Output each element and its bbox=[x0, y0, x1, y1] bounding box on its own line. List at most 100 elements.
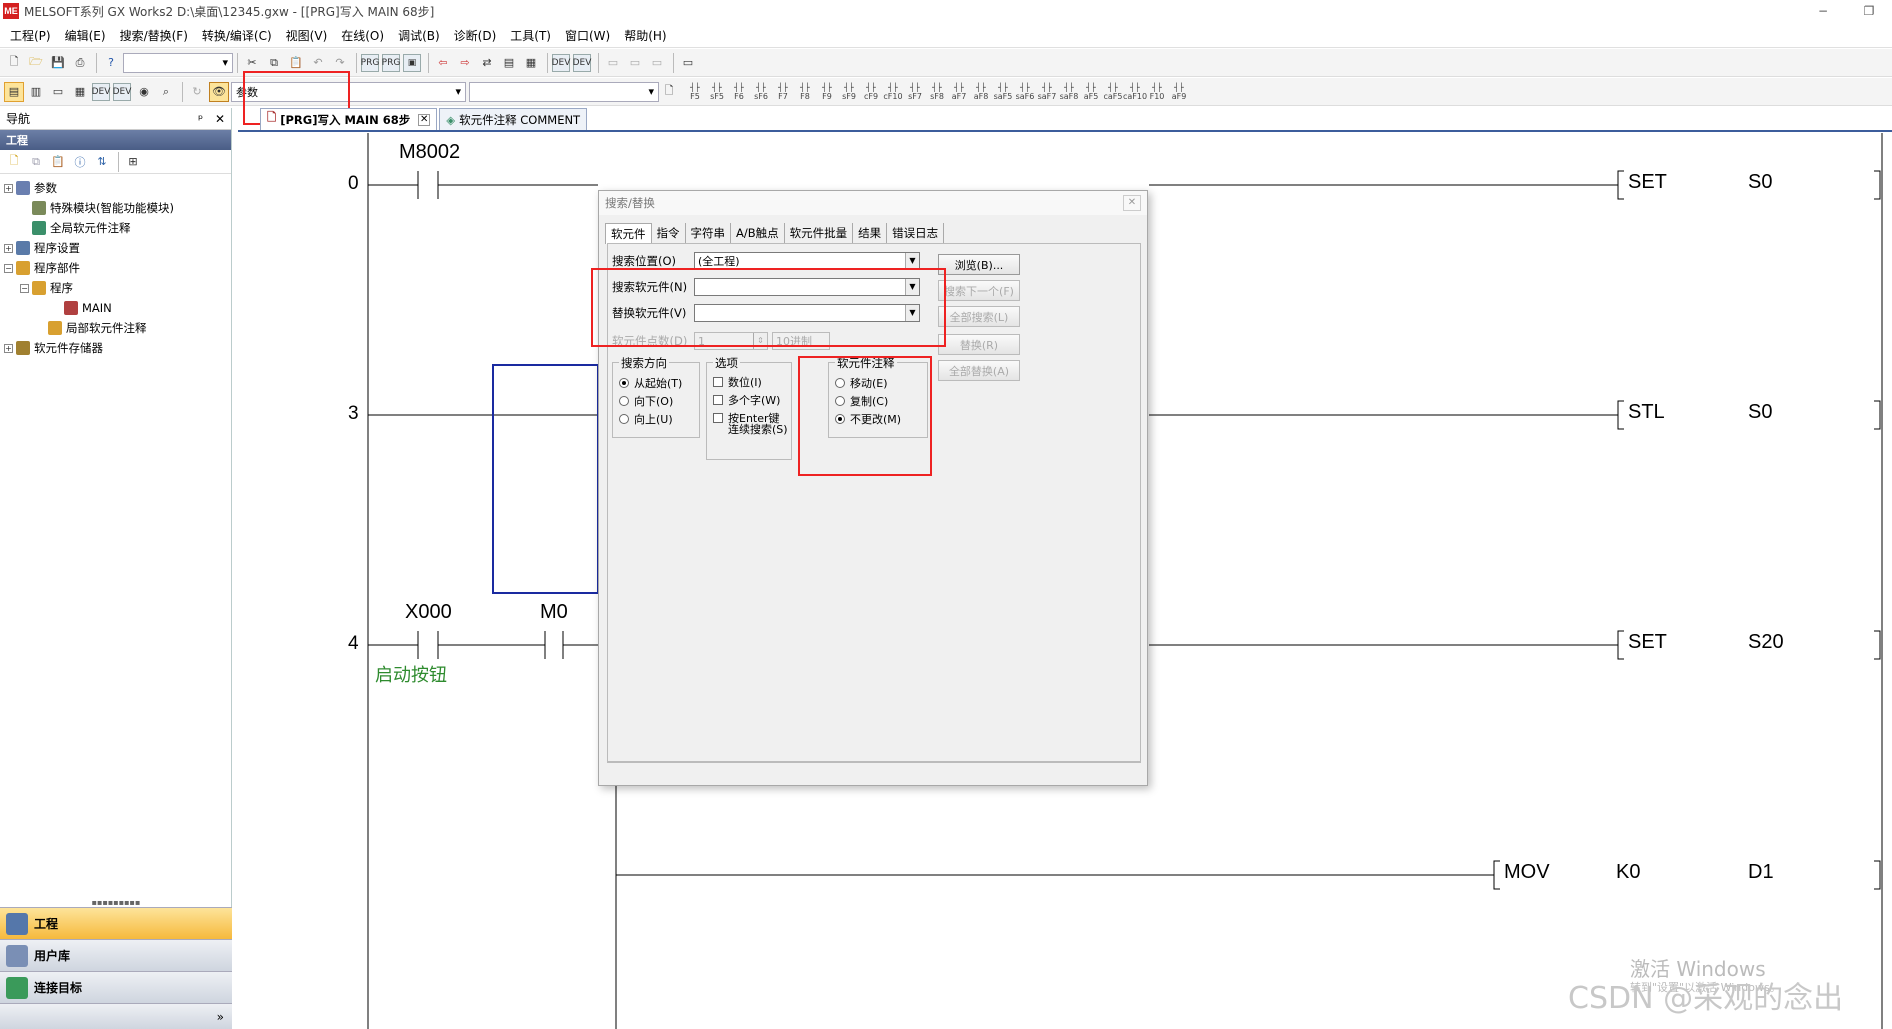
minimize-button[interactable]: − bbox=[1800, 0, 1846, 22]
checkbox[interactable] bbox=[713, 395, 723, 405]
monitor-icon[interactable]: ▣ bbox=[403, 53, 421, 72]
find-view-icon[interactable]: ◉ bbox=[134, 82, 154, 102]
new-file-icon[interactable]: 🗋 bbox=[4, 53, 24, 73]
cut-icon[interactable]: ✂ bbox=[242, 53, 262, 73]
tab-close-icon[interactable]: ✕ bbox=[418, 113, 431, 126]
doc-icon[interactable]: 🗋 bbox=[659, 82, 679, 102]
pin-icon[interactable]: ᵖ bbox=[198, 112, 203, 126]
device-test-icon[interactable]: DEV bbox=[573, 53, 591, 72]
checkbox-option[interactable]: 多个字(W) bbox=[713, 395, 780, 406]
replace-device-combo[interactable]: ▼ bbox=[694, 304, 920, 322]
nav-panel-button[interactable]: 用户库 bbox=[0, 939, 232, 971]
menu-item[interactable]: 编辑(E) bbox=[65, 27, 106, 44]
instruction-arg[interactable]: S0 bbox=[1748, 401, 1772, 424]
program-write-icon[interactable]: PRG bbox=[382, 53, 400, 72]
tab-main-program[interactable]: 🗋 [PRG]写入 MAIN 68步 ✕ bbox=[260, 108, 438, 130]
radio-option[interactable]: 移动(E) bbox=[835, 375, 888, 391]
instruction-op[interactable]: SET bbox=[1628, 171, 1667, 194]
dev-batch-icon[interactable]: DEV bbox=[113, 82, 131, 101]
expand-icon[interactable]: ⊞ bbox=[123, 152, 143, 172]
search-device-combo[interactable]: ▼ bbox=[694, 278, 920, 296]
ladder-symbol-icon[interactable]: ┤├ F5 bbox=[685, 82, 705, 102]
radio-option[interactable]: 向上(U) bbox=[619, 411, 673, 427]
tree-item[interactable]: − 程序部件 bbox=[0, 258, 231, 278]
contact-label[interactable]: M0 bbox=[540, 601, 568, 624]
window-list-icon[interactable]: ▭ bbox=[48, 82, 68, 102]
restore-button[interactable]: ❐ bbox=[1846, 0, 1892, 22]
checkbox-option[interactable]: 按Enter键 连续搜索(S) bbox=[713, 413, 788, 435]
tree-expander-icon[interactable]: + bbox=[4, 183, 13, 193]
dialog-close-icon[interactable]: ✕ bbox=[1123, 195, 1141, 211]
find-all-button[interactable]: 全部搜索(L) bbox=[938, 306, 1020, 327]
checkbox[interactable] bbox=[713, 377, 723, 387]
device-icon[interactable]: DEV bbox=[552, 53, 570, 72]
tree-item[interactable]: 特殊模块(智能功能模块) bbox=[0, 198, 231, 218]
menu-item[interactable]: 调试(B) bbox=[398, 27, 440, 44]
menu-item[interactable]: 视图(V) bbox=[286, 27, 328, 44]
replace-button[interactable]: 替换(R) bbox=[938, 334, 1020, 355]
ladder-symbol-icon[interactable]: ┤├ aF9 bbox=[1169, 82, 1189, 102]
simulate-icon[interactable]: ▭ bbox=[647, 53, 667, 73]
toolbar-combo[interactable]: ▾ bbox=[123, 52, 233, 73]
radio-option[interactable]: 向下(O) bbox=[619, 393, 673, 409]
ladder-symbol-icon[interactable]: ┤├ F10 bbox=[1147, 82, 1167, 102]
ladder-symbol-icon[interactable]: ┤├ aF7 bbox=[949, 82, 969, 102]
property-data-icon[interactable]: ⓘ bbox=[70, 152, 90, 172]
ladder-symbol-icon[interactable]: ┤├ cF9 bbox=[861, 82, 881, 102]
instruction-op[interactable]: STL bbox=[1628, 401, 1665, 424]
parameter-combo[interactable]: 参数 ▾ bbox=[231, 81, 466, 102]
ladder-symbol-icon[interactable]: ┤├ cF10 bbox=[883, 82, 903, 102]
menu-item[interactable]: 在线(O) bbox=[341, 27, 384, 44]
remote-icon[interactable]: ▤ bbox=[499, 53, 519, 73]
ladder-symbol-icon[interactable]: ┤├ aF5 bbox=[1081, 82, 1101, 102]
ladder-symbol-icon[interactable]: ┤├ F6 bbox=[729, 82, 749, 102]
ladder-symbol-icon[interactable]: ┤├ F9 bbox=[817, 82, 837, 102]
copy-icon[interactable]: ⧉ bbox=[264, 53, 284, 73]
radio-button[interactable] bbox=[835, 414, 845, 424]
ladder-symbol-icon[interactable]: ┤├ sF8 bbox=[927, 82, 947, 102]
online-read-icon[interactable]: ⇦ bbox=[433, 53, 453, 73]
help-icon[interactable]: ? bbox=[101, 53, 121, 73]
tree-item[interactable]: 全局软元件注释 bbox=[0, 218, 231, 238]
radio-option[interactable]: 复制(C) bbox=[835, 393, 888, 409]
contact-label[interactable]: X000 bbox=[405, 601, 452, 624]
cross-ref-icon[interactable]: ⌕ bbox=[156, 82, 176, 102]
diag-icon[interactable]: ▦ bbox=[521, 53, 541, 73]
project-view-icon[interactable]: ▤ bbox=[4, 81, 24, 102]
dialog-tab[interactable]: 软元件批量 bbox=[785, 223, 854, 244]
contact-label[interactable]: M8002 bbox=[399, 141, 460, 164]
ladder-symbol-icon[interactable]: ┤├ saF5 bbox=[993, 82, 1013, 102]
sort-icon[interactable]: ⇅ bbox=[92, 152, 112, 172]
ladder-symbol-icon[interactable]: ┤├ sF9 bbox=[839, 82, 859, 102]
radio-button[interactable] bbox=[619, 396, 629, 406]
nav-panel-button[interactable]: 工程 bbox=[0, 907, 232, 939]
tree-item[interactable]: + 程序设置 bbox=[0, 238, 231, 258]
nav-panel-button[interactable]: 连接目标 bbox=[0, 971, 232, 1003]
ladder-symbol-icon[interactable]: ┤├ F8 bbox=[795, 82, 815, 102]
ladder-symbol-icon[interactable]: ┤├ sF7 bbox=[905, 82, 925, 102]
program-combo[interactable]: ▾ bbox=[469, 81, 659, 102]
paste-data-icon[interactable]: 📋 bbox=[48, 152, 68, 172]
simulate-stop-icon[interactable]: ▭ bbox=[625, 53, 645, 73]
menu-item[interactable]: 工程(P) bbox=[10, 27, 51, 44]
instruction-arg[interactable]: D1 bbox=[1748, 861, 1774, 884]
ladder-symbol-icon[interactable]: ┤├ caF10 bbox=[1123, 82, 1147, 102]
tree-expander-icon[interactable]: + bbox=[4, 243, 13, 253]
ladder-symbol-icon[interactable]: ┤├ saF8 bbox=[1059, 82, 1079, 102]
structure-icon[interactable]: ▦ bbox=[70, 82, 90, 102]
tree-expander-icon[interactable]: − bbox=[4, 263, 13, 273]
open-file-icon[interactable]: 🗁 bbox=[26, 53, 46, 73]
instruction-op[interactable]: SET bbox=[1628, 631, 1667, 654]
instruction-op[interactable]: MOV bbox=[1504, 861, 1550, 884]
ladder-symbol-icon[interactable]: ┤├ F7 bbox=[773, 82, 793, 102]
find-next-button[interactable]: 搜索下一个(F) bbox=[938, 280, 1020, 301]
program-read-icon[interactable]: PRG bbox=[361, 53, 379, 72]
instruction-arg[interactable]: K0 bbox=[1616, 861, 1640, 884]
window-icon[interactable]: ▭ bbox=[678, 53, 698, 73]
radix-combo[interactable]: 10进制 bbox=[772, 332, 830, 350]
property-icon[interactable]: ▥ bbox=[26, 82, 46, 102]
tree-item[interactable]: + 软元件存储器 bbox=[0, 338, 231, 358]
browse-button[interactable]: 浏览(B)... bbox=[938, 254, 1020, 275]
dev-list-icon[interactable]: DEV bbox=[92, 82, 110, 101]
paste-icon[interactable]: 📋 bbox=[286, 53, 306, 73]
